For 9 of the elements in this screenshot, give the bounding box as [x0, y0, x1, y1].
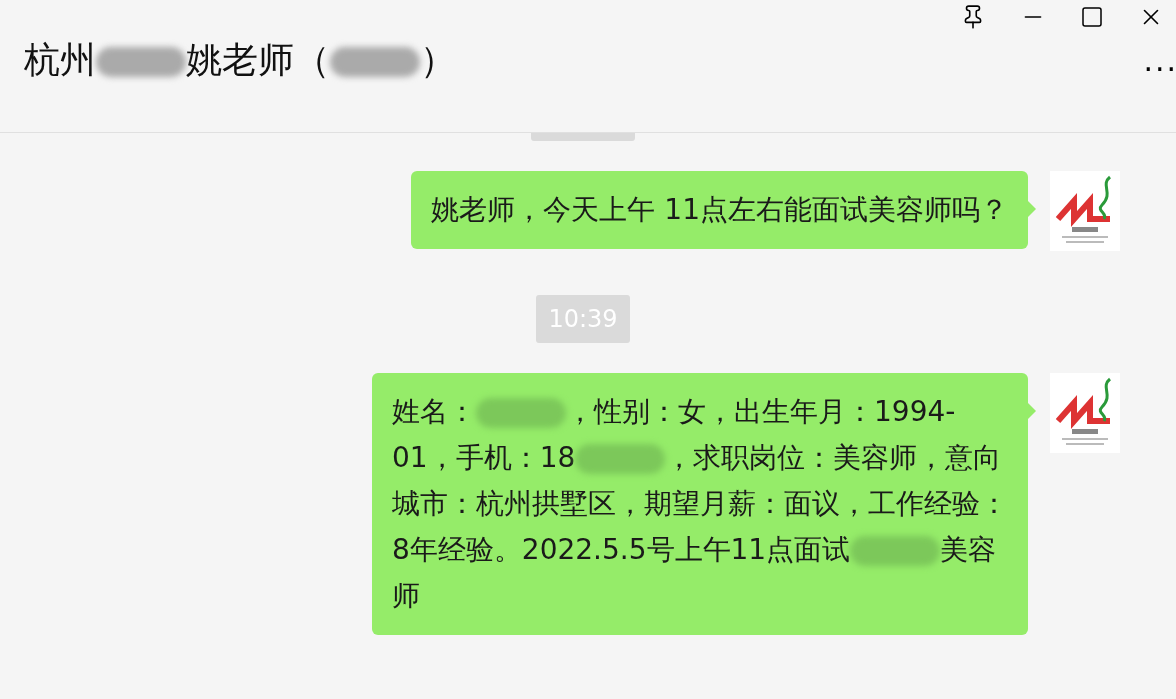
maximize-icon[interactable] [1080, 5, 1104, 29]
bubble-tail [1028, 201, 1036, 217]
more-button[interactable]: ... [1143, 46, 1176, 76]
avatar-logo-icon[interactable] [1050, 373, 1120, 453]
avatar-logo-icon[interactable] [1050, 171, 1120, 251]
message-bubble: 姚老师，今天上午 11点左右能面试美容师吗？ [411, 171, 1028, 249]
message-bubble: 姓名： ，性别：女，出生年月：1994-01，手机：18 ，求职岗位：美容师，意向城市：杭州拱墅区，期望月薪：面议，工作经验：8年经验。2022.5.5号上午11点面试 美容师 [372, 373, 1028, 635]
window-title: 杭州 姚老师（ ） [24, 38, 456, 82]
bubble-tail [1028, 403, 1036, 419]
